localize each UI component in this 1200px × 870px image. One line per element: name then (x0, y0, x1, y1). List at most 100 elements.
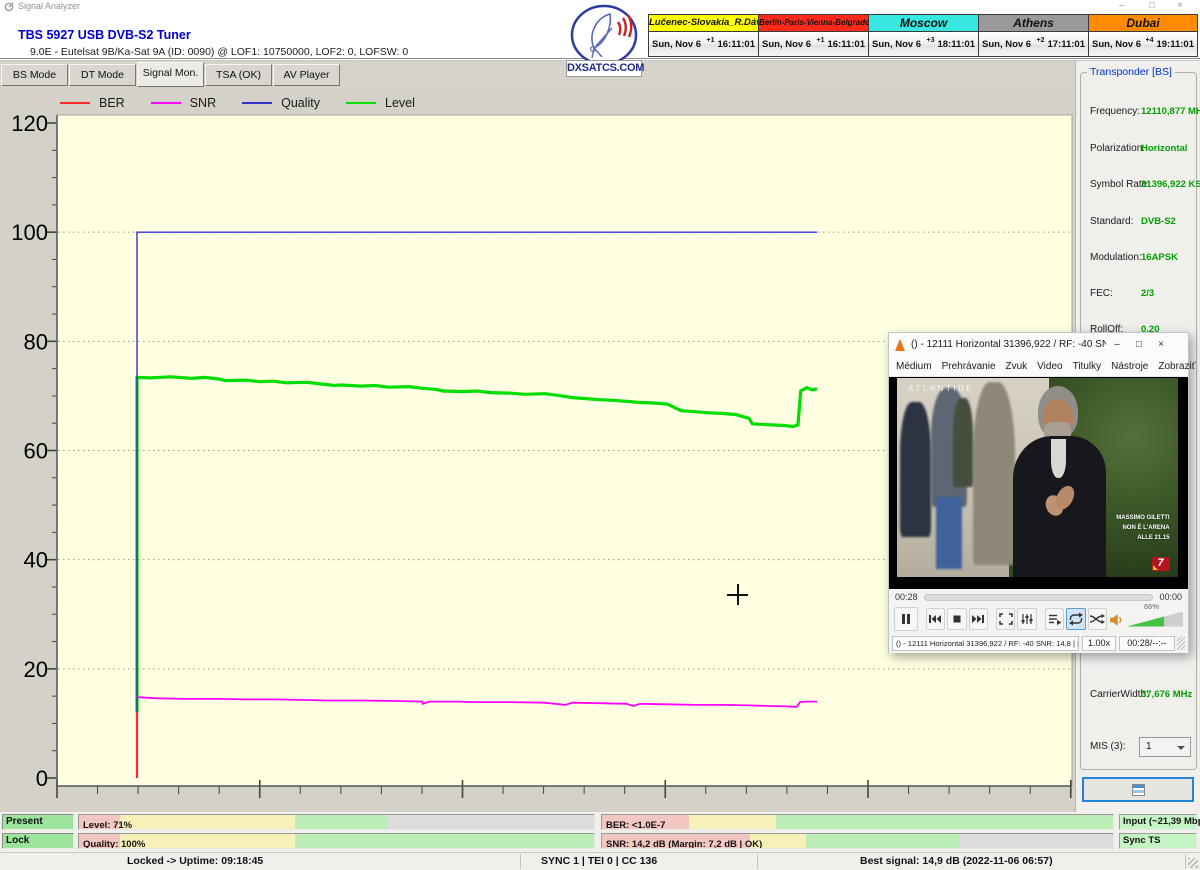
shuffle-button[interactable] (1088, 608, 1107, 630)
mis-select[interactable]: 1 (1139, 737, 1191, 757)
scene-person (953, 398, 973, 488)
clock-berlin: Berlin-Paris-Vienna-Belgrade Sun, Nov 6+… (758, 14, 868, 57)
lock-indicator: Lock (2, 833, 74, 849)
legend-item: BER (60, 96, 125, 110)
window-list-icon (1132, 784, 1145, 796)
tab-tsa[interactable]: TSA (OK) (205, 64, 272, 86)
playlist-button[interactable] (1045, 608, 1064, 630)
equalizer-button[interactable] (1017, 608, 1036, 630)
sync-ts-indicator: Sync TS (1119, 833, 1197, 849)
polarization-value: Horizontal (1141, 143, 1187, 154)
frequency-label: Frequency: (1090, 106, 1140, 117)
tab-bar: BS Mode DT Mode Signal Mon. TSA (OK) AV … (0, 61, 1075, 88)
vlc-menubar: Médium Prehrávanie Zvuk Video Titulky Ná… (889, 356, 1188, 377)
vlc-minimize-icon[interactable]: – (1106, 339, 1128, 350)
scene-person (900, 402, 931, 537)
fullscreen-button[interactable] (996, 608, 1015, 630)
transponder-title: Transponder [BS] (1087, 66, 1175, 78)
vlc-menu-playback[interactable]: Prehrávanie (942, 361, 996, 372)
clock-city-label: Moscow (869, 15, 978, 32)
vlc-menu-subtitles[interactable]: Titulky (1073, 361, 1102, 372)
total-time: 00:00 (1159, 592, 1182, 602)
tab-signal-mon[interactable]: Signal Mon. (137, 62, 204, 87)
clock-city-label: Athens (979, 15, 1088, 32)
polarization-label: Polarization: (1090, 143, 1145, 154)
vlc-close-icon[interactable]: × (1150, 339, 1172, 350)
tuner-subtitle: 9.0E - Eutelsat 9B/Ka-Sat 9A (ID: 0090) … (30, 46, 408, 58)
vlc-menu-video[interactable]: Video (1037, 361, 1062, 372)
signal-meters: Present Level: 71% BER: <1.0E-7 Input (~… (0, 812, 1200, 852)
tab-bs-mode[interactable]: BS Mode (1, 64, 68, 86)
vlc-status-text: () - 12111 Horizontal 31396,922 / RF: -4… (892, 636, 1079, 651)
pause-button[interactable] (894, 607, 918, 631)
snr-meter: SNR: 14,2 dB (Margin: 7,2 dB | OK) (601, 833, 1114, 849)
uptime-status: Locked -> Uptime: 09:18:45 (127, 855, 263, 867)
svg-text:40: 40 (24, 548, 48, 573)
volume-control[interactable]: 66% (1109, 612, 1183, 627)
capture-button[interactable] (1082, 777, 1194, 802)
scene-interviewee (993, 386, 1122, 577)
video-scene: ATLANTIDE MASSIMO GILETTI NON È L'ARENA … (897, 378, 1178, 577)
clock-date: Sun, Nov 6 (652, 39, 701, 50)
vlc-menu-view[interactable]: Zobraziť (1158, 361, 1195, 372)
vlc-title: () - 12111 Horizontal 31396,922 / RF: -4… (911, 339, 1106, 350)
maximize-icon[interactable]: □ (1144, 0, 1160, 12)
legend-swatch (60, 102, 90, 104)
standard-label: Standard: (1090, 216, 1133, 227)
time-indicator[interactable]: 00:28/--:-- (1119, 636, 1175, 651)
modulation-value: 16APSK (1141, 252, 1178, 263)
mis-value: 1 (1146, 741, 1152, 752)
tab-dt-mode[interactable]: DT Mode (69, 64, 136, 86)
scene-person (936, 497, 961, 569)
svg-text:60: 60 (24, 439, 48, 464)
next-button[interactable] (969, 608, 988, 630)
modulation-label: Modulation: (1090, 252, 1142, 263)
resize-grip[interactable] (1188, 858, 1198, 868)
clock-city-label: Lučenec-Slovakia_R.Dávid (649, 15, 758, 32)
volume-fill (1127, 612, 1164, 627)
vlc-controls: 66% (889, 605, 1188, 633)
mis-label: MIS (3): (1090, 741, 1126, 752)
vlc-maximize-icon[interactable]: □ (1128, 339, 1150, 350)
dxsatcs-logo: DXSATCS.COM (566, 4, 642, 80)
level-meter: Level: 71% (78, 814, 595, 830)
elapsed-time: 00:28 (895, 592, 918, 602)
vlc-titlebar[interactable]: () - 12111 Horizontal 31396,922 / RF: -4… (889, 333, 1188, 356)
clock-date: Sun, Nov 6 (762, 39, 811, 50)
previous-button[interactable] (926, 608, 945, 630)
legend-item: Quality (242, 96, 320, 110)
vlc-menu-media[interactable]: Médium (896, 361, 932, 372)
input-bitrate-indicator: Input (~21,39 Mbps) (1119, 814, 1197, 830)
close-icon[interactable]: × (1172, 0, 1188, 12)
vlc-video-frame[interactable]: ATLANTIDE MASSIMO GILETTI NON È L'ARENA … (889, 377, 1188, 589)
vlc-menu-tools[interactable]: Nástroje (1111, 361, 1148, 372)
clock-utc-offset: +3 (927, 37, 935, 44)
playback-rate[interactable]: 1.00x (1082, 636, 1116, 651)
vlc-window: () - 12111 Horizontal 31396,922 / RF: -4… (888, 332, 1189, 653)
chevron-down-icon (1177, 746, 1185, 750)
stop-button[interactable] (947, 608, 966, 630)
world-clocks: Lučenec-Slovakia_R.Dávid Sun, Nov 6+116:… (648, 14, 1199, 57)
legend-swatch (346, 102, 376, 104)
volume-slider[interactable] (1127, 612, 1183, 627)
tuner-title: TBS 5927 USB DVB-S2 Tuner (18, 28, 191, 42)
seek-bar[interactable] (924, 594, 1154, 601)
resize-grip[interactable] (1177, 636, 1185, 650)
fec-value: 2/3 (1141, 288, 1154, 299)
minimize-icon[interactable]: – (1114, 0, 1130, 12)
svg-text:100: 100 (11, 220, 48, 245)
clock-city-label: Berlin-Paris-Vienna-Belgrade (759, 15, 868, 32)
clock-lucenec: Lučenec-Slovakia_R.Dávid Sun, Nov 6+116:… (648, 14, 758, 57)
legend-label: Level (385, 96, 415, 110)
clock-time: 16:11:01 (827, 39, 865, 50)
vlc-statusbar: () - 12111 Horizontal 31396,922 / RF: -4… (889, 633, 1188, 653)
la7-logo: 7 (1152, 557, 1170, 571)
tab-av-player[interactable]: AV Player (273, 64, 340, 86)
loop-button[interactable] (1066, 608, 1085, 630)
vlc-menu-audio[interactable]: Zvuk (1006, 361, 1028, 372)
svg-text:80: 80 (24, 329, 48, 354)
legend-label: SNR (190, 96, 216, 110)
legend-swatch (242, 102, 272, 104)
channel-watermark: ATLANTIDE (908, 384, 974, 393)
clock-utc-offset: +4 (1146, 37, 1154, 44)
